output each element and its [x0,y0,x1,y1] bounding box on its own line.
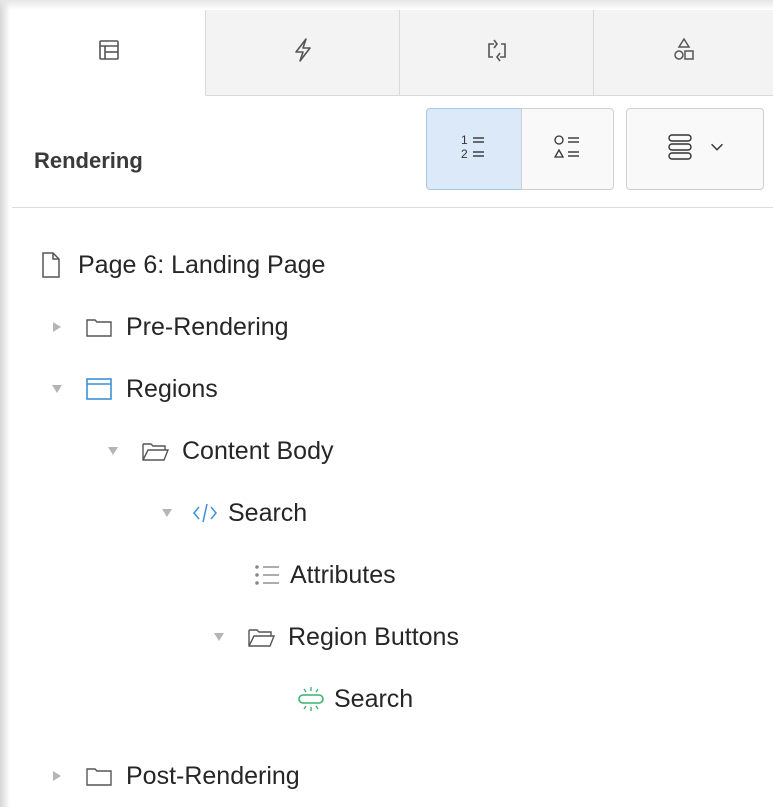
tab-shared-components[interactable] [594,10,773,96]
tree-item-attributes[interactable]: Attributes [252,545,396,605]
layout-icon [94,35,124,70]
tree-item-label: Post-Rendering [126,761,300,790]
svg-text:1: 1 [461,133,468,147]
grouped-view-button[interactable] [521,108,614,190]
tree-item-page[interactable]: Page 6: Landing Page [36,235,325,295]
tree-item-search-region[interactable]: Search [160,483,307,543]
open-folder-icon [140,436,170,466]
caret-down-icon[interactable] [160,506,174,520]
panel-shadow [0,0,10,807]
menu-icon [664,127,704,172]
ordered-view-button[interactable]: 12 [426,108,522,190]
folder-icon [84,312,114,342]
tab-rendering[interactable] [12,10,206,96]
folder-icon [84,761,114,791]
lightning-icon [288,35,318,70]
shapes-icon [669,35,699,70]
tree-item-label: Region Buttons [288,622,459,651]
tree-item-post-rendering[interactable]: Post-Rendering [50,746,300,806]
tree-item-label: Attributes [290,560,396,589]
tab-dynamic-actions[interactable] [206,10,400,96]
menu-button[interactable] [626,108,764,190]
tree-item-search-button[interactable]: Search [296,669,413,729]
caret-down-icon[interactable] [212,630,226,644]
tree-item-label: Content Body [182,436,334,465]
tree-item-label: Regions [126,374,218,403]
shapes-list-icon [548,127,588,172]
open-folder-icon [246,622,276,652]
ordered-list-icon: 12 [454,127,494,172]
attributes-icon [252,560,282,590]
page-title: Rendering [34,148,143,173]
region-icon [84,374,114,404]
toolbar: Rendering 12 [12,96,773,208]
rendering-panel: Rendering 12 Page 6: Landing Page Pre-Re… [12,10,773,807]
panel-top-shadow [0,0,773,10]
tree-item-regions[interactable]: Regions [50,359,218,419]
page-icon [36,250,66,280]
tab-strip [12,10,773,96]
tree-item-label: Pre-Rendering [126,312,289,341]
tree-item-label: Search [334,684,414,713]
tab-processing[interactable] [400,10,594,96]
tree-item-label: Search [228,498,308,527]
process-icon [482,35,512,70]
tree-item-content-body[interactable]: Content Body [106,421,334,481]
tree-item-region-buttons[interactable]: Region Buttons [212,607,459,667]
tree-item-pre-rendering[interactable]: Pre-Rendering [50,297,289,357]
caret-down-icon[interactable] [50,382,64,396]
caret-right-icon[interactable] [50,769,64,783]
caret-down-icon[interactable] [106,444,120,458]
button-icon [296,684,326,714]
code-icon [190,498,220,528]
svg-text:2: 2 [461,147,468,161]
caret-right-icon[interactable] [50,320,64,334]
tree-item-label: Page 6: Landing Page [78,250,326,279]
chevron-down-icon [708,138,726,161]
